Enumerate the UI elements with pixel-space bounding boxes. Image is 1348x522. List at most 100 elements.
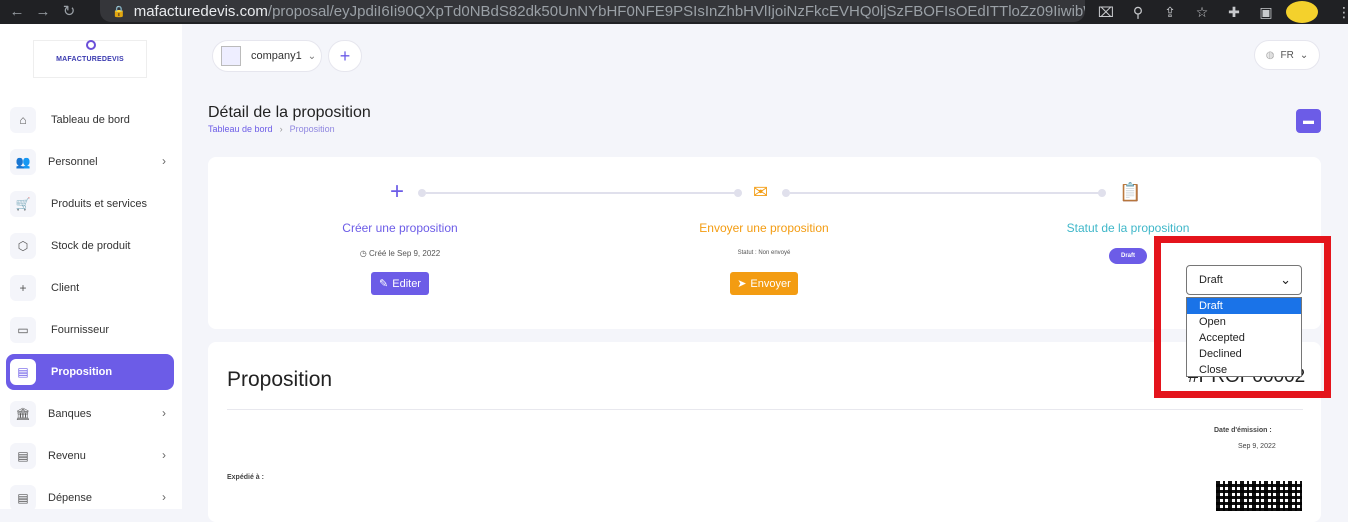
create-step-title: Créer une proposition [342, 221, 458, 235]
edit-icon: ✎ [379, 278, 389, 290]
breadcrumb-current: Proposition [289, 124, 335, 134]
document-icon: ▬ [1303, 115, 1314, 127]
language-selector[interactable]: ◍ FR ⌄ [1254, 40, 1320, 70]
sidebar-item-label: Personnel [48, 156, 98, 168]
sidebar-item-produits-et-services[interactable]: 🛒 Produits et services [6, 186, 174, 222]
sidebar-item-personnel[interactable]: 👥 Personnel › [6, 144, 174, 180]
file-icon: ▤ [10, 359, 36, 385]
chevron-down-icon: ⌄ [1299, 49, 1309, 61]
file-text-icon: ▤ [10, 443, 36, 469]
sidebar-item-revenu[interactable]: ▤ Revenu › [6, 438, 174, 474]
sidebar-item-fournisseur[interactable]: ▭ Fournisseur [6, 312, 174, 348]
home-icon: ⌂ [10, 107, 36, 133]
status-badge: Draft [1109, 248, 1147, 264]
proposal-heading: Proposition [227, 368, 333, 391]
sidebar-item-label: Fournisseur [51, 324, 110, 336]
send-status: Statut : Non envoyé [737, 250, 791, 256]
profile-avatar[interactable] [1286, 1, 1318, 23]
step-dot [418, 189, 426, 197]
note-icon: ▭ [10, 317, 36, 343]
share-icon[interactable]: ⇪ [1154, 4, 1186, 21]
add-company-button[interactable]: + [328, 40, 362, 72]
chevron-down-icon: ⌄ [307, 50, 317, 62]
user-plus-icon: + [10, 275, 36, 301]
clock-icon: ◷ [359, 249, 367, 258]
sidebar-item-tableau-de-bord[interactable]: ⌂ Tableau de bord [6, 102, 174, 138]
sidebar-item-label: Revenu [48, 450, 86, 462]
url-host: mafacturedevis.com [133, 2, 268, 20]
divider [227, 409, 1303, 410]
sidebar-item-label: Tableau de bord [51, 114, 130, 126]
breadcrumb-home[interactable]: Tableau de bord [208, 124, 273, 134]
created-date: ◷ Créé le Sep 9, 2022 [290, 249, 510, 258]
browser-toolbar: ← → ↻ 🔒 mafacturedevis.com/proposal/eyJp… [0, 0, 1348, 24]
bank-icon: 🏛 [10, 401, 36, 427]
sidebar-item-label: Stock de produit [51, 240, 131, 252]
breadcrumb-separator: › [279, 124, 283, 134]
back-icon[interactable]: ← [4, 0, 30, 24]
company-logo [221, 46, 241, 66]
sidebar: MAFACTUREDEVIS ⌂ Tableau de bord 👥 Personne… [0, 24, 182, 511]
language-label: FR [1280, 49, 1294, 61]
plus-icon: + [390, 178, 405, 205]
status-step-title: Statut de la proposition [1066, 221, 1190, 235]
lock-icon: 🔒 [112, 5, 126, 18]
qr-code [1216, 481, 1302, 511]
chevron-right-icon: › [162, 406, 166, 420]
edit-button-label: Editer [392, 277, 421, 290]
company-name: company1 [251, 50, 302, 62]
send-button[interactable]: ➤ Envoyer [730, 272, 798, 295]
company-selector[interactable]: company1 ⌄ [212, 40, 322, 72]
box-icon: ⬡ [10, 233, 36, 259]
highlight-box [1154, 236, 1331, 398]
globe-icon: ◍ [1265, 49, 1275, 61]
page-title: Détail de la proposition [208, 104, 371, 121]
cart-icon: 🛒 [10, 191, 36, 217]
paper-plane-icon: ➤ [737, 278, 747, 290]
step-dot [782, 189, 790, 197]
step-connector [790, 192, 1100, 194]
chevron-right-icon: › [162, 448, 166, 462]
sidebar-item-d-pense[interactable]: ▤ Dépense › [6, 480, 174, 516]
step-dot [734, 189, 742, 197]
sidebar-item-proposition[interactable]: ▤ Proposition [6, 354, 174, 390]
step-connector [426, 192, 736, 194]
sidepanel-icon[interactable]: ▣ [1250, 4, 1282, 21]
breadcrumb: Tableau de bord › Proposition [208, 124, 335, 134]
document-button[interactable]: ▬ [1296, 109, 1321, 133]
url-path: /proposal/eyJpdiI6Ii90QXpTd0NBdS82dk50Un… [267, 2, 1085, 20]
mail-icon: ✉ [753, 182, 769, 202]
forward-icon[interactable]: → [30, 0, 56, 24]
shipped-to-label: Expédié à : [227, 474, 264, 481]
logo[interactable]: MAFACTUREDEVIS [33, 40, 147, 78]
translate-icon[interactable]: ⌧ [1090, 4, 1122, 21]
logo-text: MAFACTUREDEVIS [56, 55, 124, 63]
chevron-right-icon: › [162, 490, 166, 504]
sidebar-item-label: Banques [48, 408, 92, 420]
sidebar-item-banques[interactable]: 🏛 Banques › [6, 396, 174, 432]
zoom-icon[interactable]: ⚲ [1122, 4, 1154, 21]
sidebar-item-label: Proposition [51, 366, 113, 378]
chevron-right-icon: › [162, 154, 166, 168]
logo-mark [86, 40, 96, 50]
extensions-icon[interactable]: ✚ [1218, 4, 1250, 21]
send-button-label: Envoyer [750, 277, 791, 290]
sidebar-item-client[interactable]: + Client [6, 270, 174, 306]
sidebar-item-label: Dépense [48, 492, 93, 504]
receipt-icon: ▤ [10, 485, 36, 511]
users-icon: 👥 [10, 149, 36, 175]
edit-button[interactable]: ✎ Editer [371, 272, 429, 295]
created-date-text: Créé le Sep 9, 2022 [369, 249, 441, 258]
reload-icon[interactable]: ↻ [56, 0, 82, 24]
menu-icon[interactable]: ⋮ [1328, 4, 1348, 21]
sidebar-item-label: Produits et services [51, 198, 147, 210]
sidebar-item-stock-de-produit[interactable]: ⬡ Stock de produit [6, 228, 174, 264]
step-dot [1098, 189, 1106, 197]
star-icon[interactable]: ☆ [1186, 4, 1218, 21]
send-step-title: Envoyer une proposition [699, 221, 829, 235]
clipboard-icon: 📋 [1119, 182, 1142, 202]
address-bar[interactable]: 🔒 mafacturedevis.com/proposal/eyJpdiI6Ii… [100, 0, 1085, 22]
issue-date-label: Date d'émission : [1214, 427, 1272, 434]
sidebar-item-label: Client [51, 282, 80, 294]
issue-date-value: Sep 9, 2022 [1238, 443, 1276, 450]
